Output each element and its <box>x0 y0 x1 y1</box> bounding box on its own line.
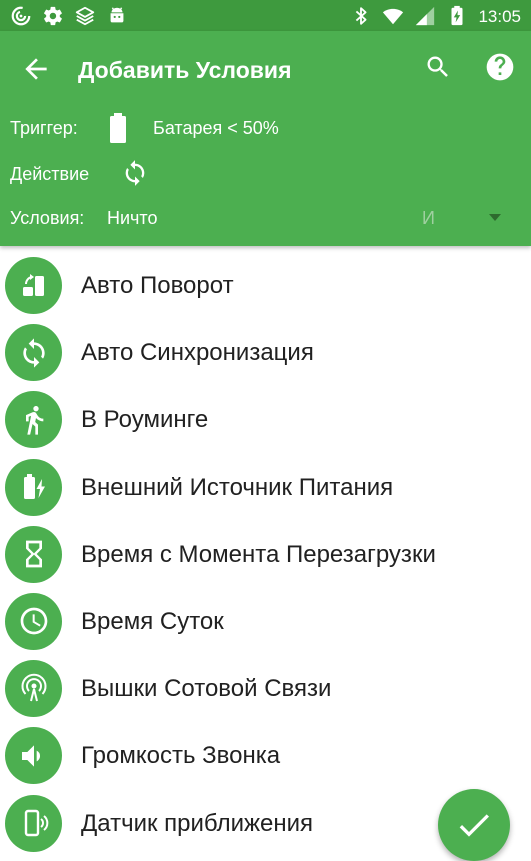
list-item-label: Время с Момента Перезагрузки <box>81 540 436 568</box>
list-item-label: Датчик приближения <box>81 809 314 837</box>
arrow-back-icon[interactable] <box>20 53 52 85</box>
cell-tower-icon <box>5 660 62 718</box>
list-item[interactable]: Авто Поворот <box>0 252 531 319</box>
list-item[interactable]: Время с Момента Перезагрузки <box>0 521 531 588</box>
conditions-list: Авто Поворот Авто Синхронизация В Роумин… <box>0 252 531 857</box>
volume-icon <box>5 727 62 785</box>
clock-icon <box>5 592 62 650</box>
conditions-value: Ничто <box>107 208 158 228</box>
status-bar-left <box>10 5 128 27</box>
list-item-label: Внешний Источник Питания <box>81 473 394 501</box>
sync-icon <box>5 324 62 382</box>
wifi-icon <box>383 8 404 25</box>
signal-swirl-icon <box>11 6 31 26</box>
logic-operator[interactable]: И <box>422 206 435 230</box>
battery-charging-icon <box>5 458 62 516</box>
page-title: Добавить Условия <box>78 57 292 83</box>
list-item-label: Авто Синхронизация <box>81 339 314 367</box>
list-item-label: В Роуминге <box>81 406 209 434</box>
trigger-value: Батарея < 50% <box>153 118 279 138</box>
app-bar: Добавить Условия Триггер: Батарея < 50% … <box>0 31 531 246</box>
android-icon <box>110 7 124 23</box>
action-label: Действие <box>10 164 90 184</box>
list-item-label: Вышки Сотовой Связи <box>81 675 332 703</box>
proximity-sensor-icon <box>5 794 62 852</box>
confirm-fab-button[interactable] <box>438 789 510 861</box>
status-bar: 13:05 <box>0 0 531 31</box>
list-item-label: Время Суток <box>81 607 224 635</box>
screen-rotation-icon <box>5 257 62 314</box>
battery-charging-icon <box>451 5 463 26</box>
hourglass-icon <box>5 525 62 583</box>
trigger-label: Триггер: <box>10 118 78 138</box>
help-icon[interactable] <box>484 51 516 83</box>
list-item[interactable]: Время Суток <box>0 588 531 655</box>
list-item[interactable]: Внешний Источник Питания <box>0 454 531 521</box>
search-icon[interactable] <box>424 53 452 81</box>
battery-icon <box>110 113 126 143</box>
gear-icon <box>44 6 62 26</box>
conditions-label: Условия: <box>10 208 85 228</box>
list-item[interactable]: В Роуминге <box>0 386 531 453</box>
sync-icon <box>125 160 145 186</box>
layers-icon <box>75 6 95 26</box>
walking-person-icon <box>5 391 62 449</box>
list-item-label: Громкость Звонка <box>81 742 281 770</box>
bluetooth-icon <box>356 7 367 25</box>
status-bar-right: 13:05 <box>350 5 521 27</box>
list-item[interactable]: Авто Синхронизация <box>0 319 531 386</box>
check-icon <box>459 814 489 837</box>
list-item-label: Авто Поворот <box>81 272 234 299</box>
dropdown-arrow-icon[interactable] <box>487 211 503 223</box>
clock-time: 13:05 <box>478 6 521 26</box>
cell-signal-icon <box>416 6 435 26</box>
list-item[interactable]: Вышки Сотовой Связи <box>0 655 531 722</box>
list-item[interactable]: Громкость Звонка <box>0 722 531 789</box>
